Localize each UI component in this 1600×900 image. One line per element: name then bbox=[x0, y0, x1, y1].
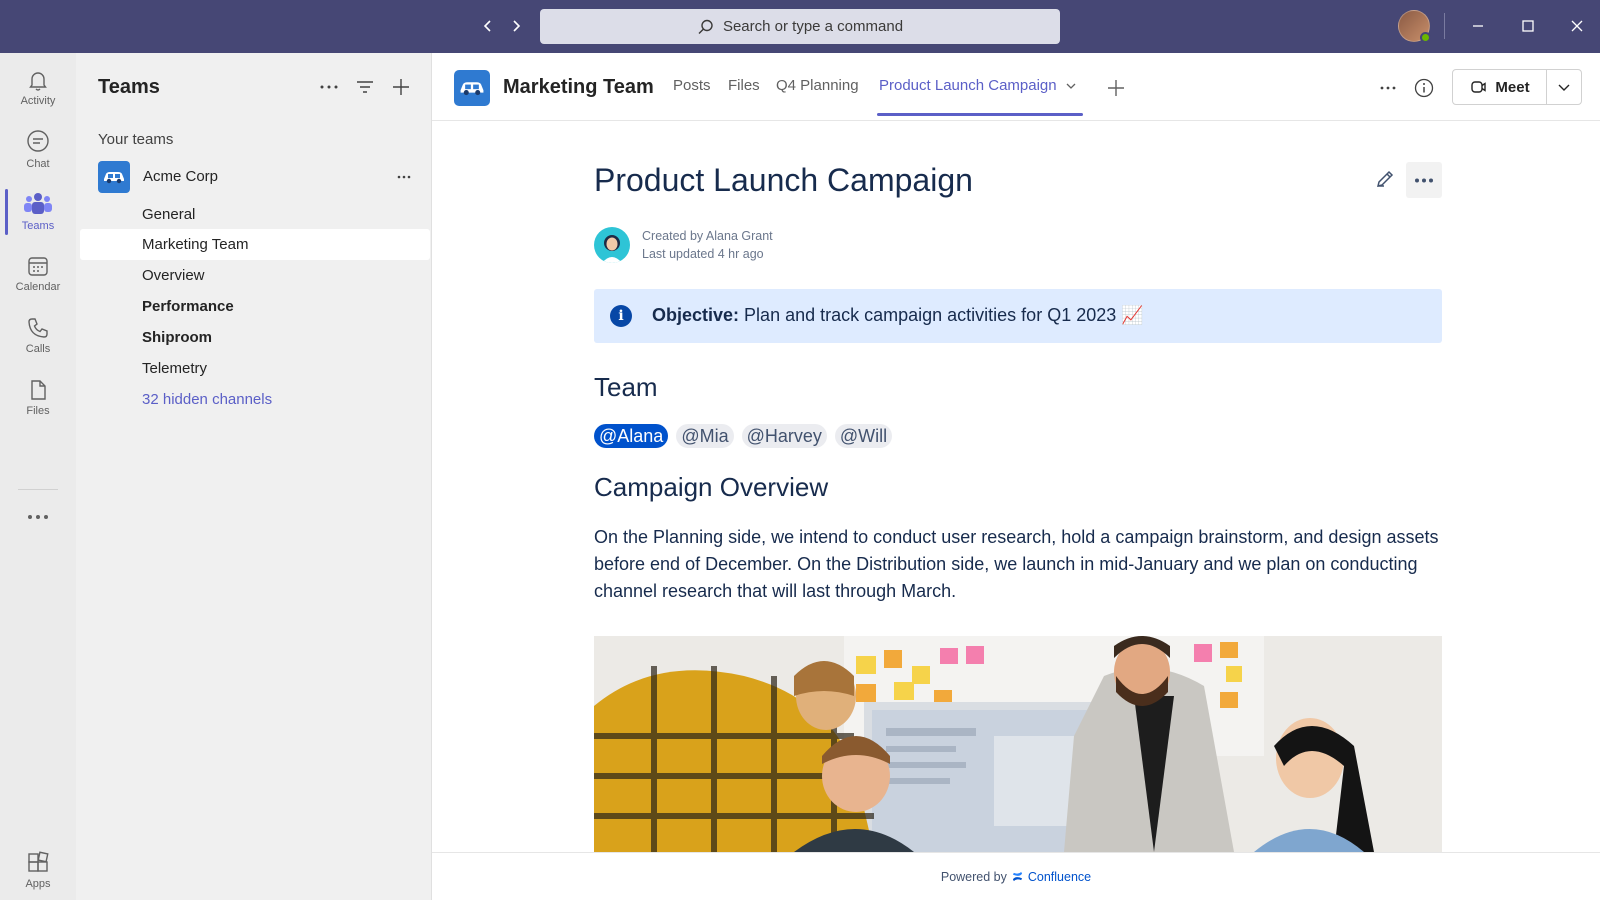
active-tab-indicator bbox=[877, 113, 1083, 116]
team-mentions: @Alana @Mia @Harvey @Will bbox=[594, 424, 893, 448]
rail-item-files[interactable]: Files bbox=[0, 369, 76, 425]
rail-item-calendar[interactable]: Calendar bbox=[0, 245, 76, 301]
more-apps-button[interactable] bbox=[0, 497, 76, 537]
tab-q4-planning[interactable]: Q4 Planning bbox=[776, 77, 859, 94]
team-heading: Team bbox=[594, 372, 658, 402]
info-circle-icon: i bbox=[610, 305, 632, 327]
objective-value: Plan and track campaign activities for Q… bbox=[744, 305, 1144, 325]
last-updated: Last updated 4 hr ago bbox=[642, 247, 764, 261]
created-by: Created by Alana Grant bbox=[642, 229, 773, 243]
team-name: Acme Corp bbox=[143, 168, 219, 185]
team-meeting-photo bbox=[594, 636, 1442, 852]
minimize-icon[interactable] bbox=[1466, 14, 1490, 38]
hidden-channels-link[interactable]: 32 hidden channels bbox=[80, 384, 430, 415]
overview-heading: Campaign Overview bbox=[594, 472, 829, 502]
search-input[interactable]: Search or type a command bbox=[540, 9, 1060, 44]
car-icon bbox=[98, 161, 130, 193]
chat-icon bbox=[27, 129, 49, 152]
meet-button-group: Meet bbox=[1452, 69, 1582, 105]
video-camera-icon bbox=[1471, 81, 1487, 93]
mention-mia[interactable]: @Mia bbox=[676, 424, 734, 448]
rail-label: Chat bbox=[26, 157, 50, 170]
author-avatar[interactable] bbox=[594, 227, 630, 263]
tab-product-launch-campaign[interactable]: Product Launch Campaign bbox=[879, 77, 1077, 94]
tab-files[interactable]: Files bbox=[728, 77, 760, 94]
presence-available-icon bbox=[1420, 32, 1431, 43]
file-icon bbox=[31, 379, 46, 400]
confluence-footer: Powered by Confluence bbox=[432, 852, 1600, 900]
mention-harvey[interactable]: @Harvey bbox=[741, 424, 827, 448]
back-arrow-icon[interactable] bbox=[476, 14, 500, 38]
rail-label: Activity bbox=[20, 94, 56, 107]
search-icon bbox=[698, 19, 713, 34]
more-options-icon[interactable] bbox=[1375, 75, 1401, 101]
rail-divider bbox=[18, 489, 58, 490]
tab-label: Product Launch Campaign bbox=[879, 77, 1057, 94]
objective-text: Objective: Plan and track campaign activ… bbox=[652, 305, 1144, 326]
confluence-logo-icon bbox=[1012, 871, 1022, 882]
channel-performance[interactable]: Performance bbox=[80, 291, 430, 322]
close-icon[interactable] bbox=[1565, 14, 1589, 38]
channel-marketing-team[interactable]: Marketing Team bbox=[80, 229, 430, 260]
add-icon[interactable] bbox=[389, 75, 413, 99]
page-title: Product Launch Campaign bbox=[594, 162, 973, 198]
phone-icon bbox=[28, 317, 48, 338]
more-options-icon[interactable] bbox=[317, 75, 341, 99]
tab-posts[interactable]: Posts bbox=[673, 77, 711, 94]
meet-label: Meet bbox=[1495, 78, 1530, 96]
your-teams-label: Your teams bbox=[98, 131, 174, 148]
car-icon bbox=[454, 70, 490, 106]
rail-label: Teams bbox=[21, 219, 55, 232]
app-rail: Activity Chat Teams Calendar Calls Files… bbox=[0, 53, 76, 900]
page-more-icon[interactable] bbox=[1406, 162, 1442, 198]
team-acme-corp[interactable]: Acme Corp bbox=[98, 161, 416, 193]
more-horizontal-icon bbox=[28, 515, 48, 519]
rail-item-apps[interactable]: Apps bbox=[0, 842, 76, 898]
teams-icon bbox=[24, 192, 52, 214]
teams-pane: Teams Your teams Acme Corp General Marke… bbox=[76, 53, 432, 900]
rail-label: Calls bbox=[25, 342, 51, 355]
add-tab-icon[interactable] bbox=[1103, 75, 1129, 101]
powered-by-label: Powered by bbox=[940, 869, 1007, 884]
rail-label: Apps bbox=[25, 877, 51, 890]
meet-button[interactable]: Meet bbox=[1453, 70, 1547, 104]
overview-paragraph: On the Planning side, we intend to condu… bbox=[594, 527, 1439, 601]
team-more-icon[interactable] bbox=[392, 165, 416, 189]
rail-item-teams[interactable]: Teams bbox=[0, 183, 76, 239]
chevron-down-icon bbox=[1558, 84, 1570, 91]
search-placeholder: Search or type a command bbox=[722, 18, 904, 35]
info-icon[interactable] bbox=[1411, 75, 1437, 101]
maximize-icon[interactable] bbox=[1516, 14, 1540, 38]
main-area: Marketing Team Posts Files Q4 Planning P… bbox=[432, 53, 1600, 900]
meet-dropdown-button[interactable] bbox=[1547, 70, 1581, 104]
forward-arrow-icon[interactable] bbox=[504, 14, 528, 38]
calendar-icon bbox=[28, 256, 48, 276]
titlebar-divider bbox=[1444, 13, 1445, 39]
apps-icon bbox=[28, 850, 49, 872]
channel-general[interactable]: General bbox=[80, 199, 430, 230]
objective-info-panel: i Objective: Plan and track campaign act… bbox=[594, 289, 1442, 343]
mention-will[interactable]: @Will bbox=[834, 424, 893, 448]
edit-pencil-icon[interactable] bbox=[1370, 164, 1400, 194]
title-bar: Search or type a command bbox=[0, 0, 1600, 53]
rail-item-chat[interactable]: Chat bbox=[0, 121, 76, 177]
channel-title: Marketing Team bbox=[503, 76, 654, 98]
filter-icon[interactable] bbox=[353, 75, 377, 99]
profile-avatar[interactable] bbox=[1398, 10, 1431, 43]
confluence-brand-link[interactable]: Confluence bbox=[1028, 870, 1091, 884]
rail-item-calls[interactable]: Calls bbox=[0, 307, 76, 363]
bell-icon bbox=[29, 71, 47, 91]
mention-alana[interactable]: @Alana bbox=[594, 424, 669, 448]
channel-header: Marketing Team Posts Files Q4 Planning P… bbox=[432, 53, 1600, 121]
channel-shiproom[interactable]: Shiproom bbox=[80, 322, 430, 353]
channel-telemetry[interactable]: Telemetry bbox=[80, 353, 430, 384]
confluence-page: Product Launch Campaign Created by Alana… bbox=[432, 122, 1600, 852]
rail-label: Calendar bbox=[15, 280, 61, 293]
objective-label: Objective: bbox=[652, 305, 740, 325]
chevron-down-icon bbox=[1066, 83, 1076, 89]
pane-title: Teams bbox=[98, 76, 160, 98]
rail-item-activity[interactable]: Activity bbox=[0, 59, 76, 115]
channel-overview[interactable]: Overview bbox=[80, 260, 430, 291]
rail-label: Files bbox=[26, 404, 50, 417]
